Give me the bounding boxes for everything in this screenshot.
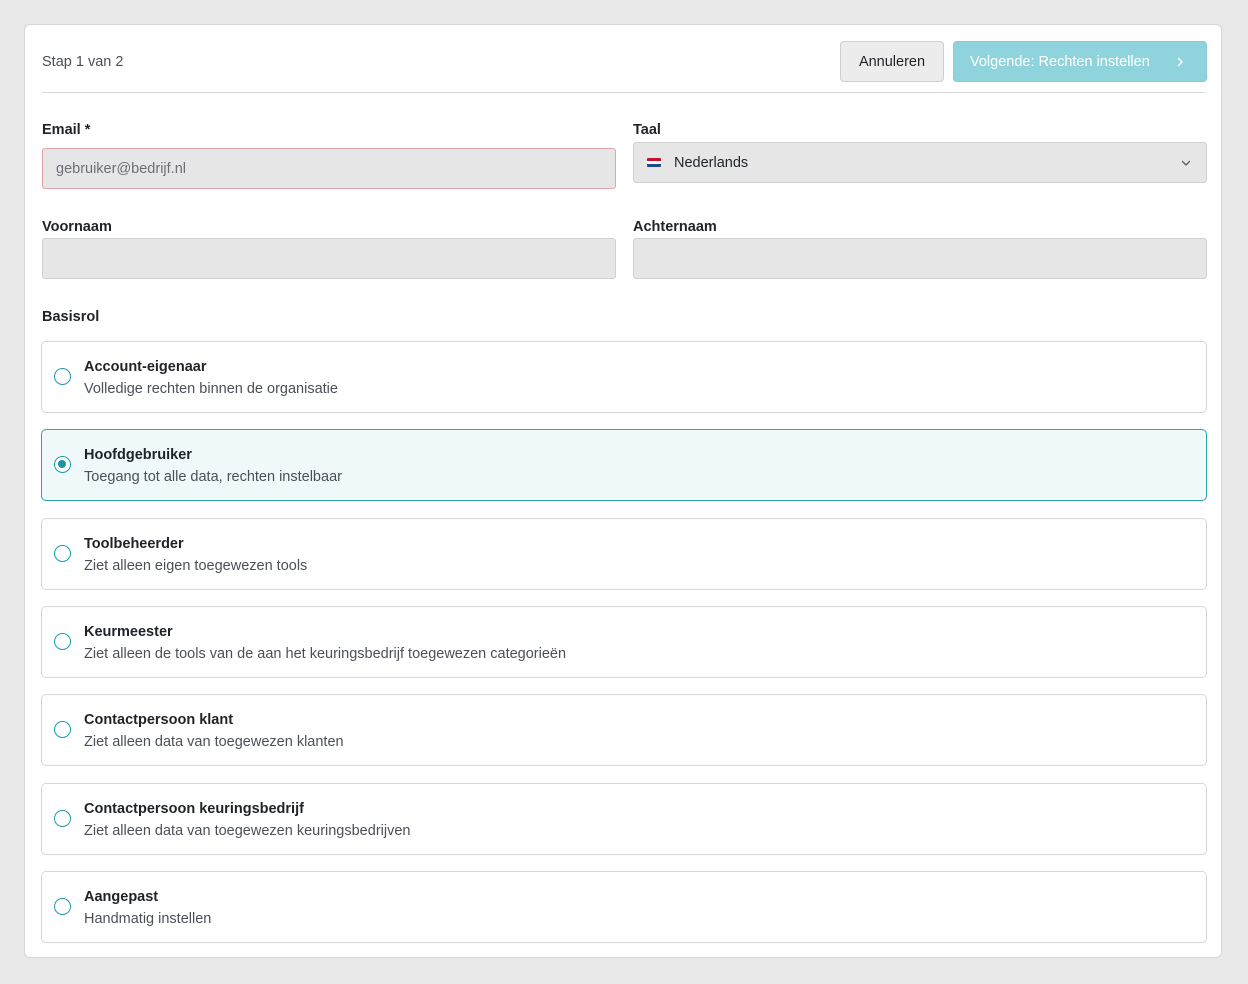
language-label: Taal [633,122,661,138]
role-title: Aangepast [84,889,159,905]
radio-button[interactable] [54,368,71,385]
role-description: Ziet alleen data van toegewezen klanten [84,734,344,750]
role-description: Ziet alleen de tools van de aan het keur… [84,646,567,662]
radio-button[interactable] [54,633,71,650]
next-button[interactable]: Volgende: Rechten instellen [953,41,1207,82]
step-indicator: Stap 1 van 2 [42,54,124,70]
email-label: Email * [42,122,91,138]
first-name-input[interactable] [42,238,616,279]
role-option-customer-contact[interactable]: Contactpersoon klant Ziet alleen data va… [41,694,1207,766]
language-selected-value: Nederlands [674,154,749,171]
radio-button[interactable] [54,721,71,738]
first-name-label: Voornaam [42,219,112,235]
last-name-label: Achternaam [633,219,717,235]
role-option-custom[interactable]: Aangepast Handmatig instellen [41,871,1207,943]
last-name-input[interactable] [633,238,1207,279]
role-description: Handmatig instellen [84,911,212,927]
role-option-account-owner[interactable]: Account-eigenaar Volledige rechten binne… [41,341,1207,413]
role-description: Ziet alleen eigen toegewezen tools [84,558,308,574]
form-header: Stap 1 van 2 Annuleren Volgende: Rechten… [42,25,1207,93]
next-button-label: Volgende: Rechten instellen [970,53,1150,70]
radio-selected-dot [58,460,66,468]
role-option-inspector[interactable]: Keurmeester Ziet alleen de tools van de … [41,606,1207,678]
role-title: Contactpersoon keuringsbedrijf [84,801,304,817]
role-title: Keurmeester [84,624,173,640]
base-role-label: Basisrol [42,309,100,325]
cancel-button[interactable]: Annuleren [840,41,944,82]
role-description: Volledige rechten binnen de organisatie [84,381,338,397]
chevron-down-icon [1181,160,1191,166]
role-title: Hoofdgebruiker [84,447,192,463]
chevron-right-icon [1177,57,1183,67]
role-description: Ziet alleen data van toegewezen keurings… [84,823,411,839]
radio-button[interactable] [54,898,71,915]
netherlands-flag-icon [647,158,661,167]
email-input[interactable] [42,148,616,189]
role-title: Contactpersoon klant [84,712,234,728]
add-user-form-card: Stap 1 van 2 Annuleren Volgende: Rechten… [24,24,1222,958]
role-option-tool-manager[interactable]: Toolbeheerder Ziet alleen eigen toegewez… [41,518,1207,590]
role-title: Account-eigenaar [84,359,207,375]
radio-button[interactable] [54,545,71,562]
role-option-main-user[interactable]: Hoofdgebruiker Toegang tot alle data, re… [41,429,1207,501]
role-description: Toegang tot alle data, rechten instelbaa… [84,469,342,485]
radio-button-selected[interactable] [54,456,71,473]
role-option-inspection-company-contact[interactable]: Contactpersoon keuringsbedrijf Ziet alle… [41,783,1207,855]
role-title: Toolbeheerder [84,536,184,552]
radio-button[interactable] [54,810,71,827]
language-select[interactable]: Nederlands [633,142,1207,183]
